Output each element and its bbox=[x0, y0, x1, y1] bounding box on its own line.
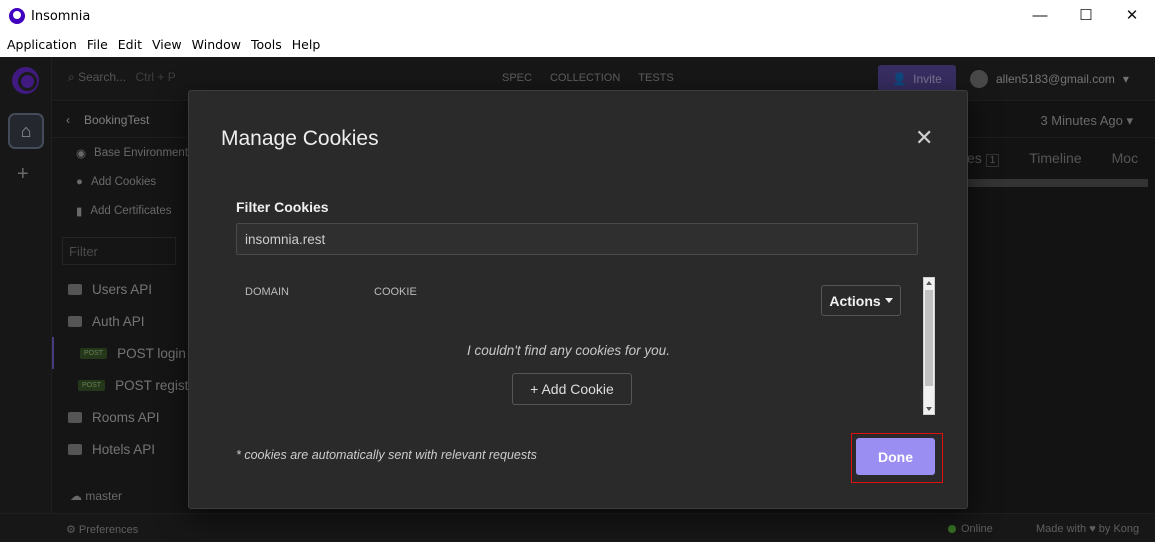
sidebar-link-label: Add Certificates bbox=[90, 204, 172, 217]
search-icon: ⌕ bbox=[68, 70, 79, 84]
tab-timeline[interactable]: Timeline bbox=[1029, 150, 1081, 166]
user-menu[interactable]: allen5183@gmail.com ▾ bbox=[970, 70, 1129, 88]
tab-collection[interactable]: COLLECTION bbox=[550, 72, 620, 84]
tab-tests[interactable]: TESTS bbox=[638, 72, 673, 84]
add-cookie-button[interactable]: + Add Cookie bbox=[512, 373, 632, 405]
online-dot-icon bbox=[948, 525, 956, 533]
chevron-down-icon: ▾ bbox=[1122, 72, 1129, 86]
tab-mock[interactable]: Moc bbox=[1112, 150, 1138, 166]
menu-help[interactable]: Help bbox=[287, 37, 326, 52]
chevron-down-icon: ▾ bbox=[1126, 113, 1133, 128]
status-bar: ☁ master ⚙ Preferences Online Made with … bbox=[0, 489, 1155, 542]
tab-cookies[interactable]: es 1 bbox=[967, 150, 1000, 167]
left-rail: ⌂ + ◧ bbox=[0, 57, 52, 542]
preferences-label: Preferences bbox=[78, 524, 139, 536]
menu-view[interactable]: View bbox=[147, 37, 187, 52]
menu-edit[interactable]: Edit bbox=[113, 37, 147, 52]
tab-cookies-label: es bbox=[967, 150, 982, 166]
manage-cookies-modal: Manage Cookies ✕ Filter Cookies DOMAIN C… bbox=[188, 90, 968, 509]
done-button[interactable]: Done bbox=[856, 438, 935, 475]
scroll-down-icon[interactable] bbox=[926, 407, 932, 411]
insomnia-logo-icon bbox=[9, 8, 25, 24]
avatar bbox=[970, 70, 988, 88]
sidebar-item-label: POST regist bbox=[115, 377, 189, 393]
empty-state-message: I couldn't find any cookies for you. bbox=[467, 343, 670, 358]
sidebar-item-label: Users API bbox=[92, 281, 153, 297]
online-label: Online bbox=[961, 523, 993, 535]
online-status: Online bbox=[948, 523, 993, 535]
minimize-button[interactable]: — bbox=[1017, 0, 1063, 30]
folder-icon bbox=[68, 283, 82, 295]
actions-label: Actions bbox=[829, 292, 881, 309]
tab-spec[interactable]: SPEC bbox=[502, 72, 532, 84]
back-icon[interactable]: ‹ bbox=[66, 113, 70, 127]
user-email: allen5183@gmail.com bbox=[996, 72, 1115, 86]
tab-scrollbar[interactable] bbox=[968, 179, 1148, 187]
maximize-button[interactable]: ☐ bbox=[1063, 0, 1109, 30]
method-badge: POST bbox=[80, 347, 108, 359]
insomnia-rail-logo-icon[interactable] bbox=[12, 67, 39, 94]
response-time-label: 3 Minutes Ago bbox=[1040, 113, 1123, 128]
branch-name: master bbox=[85, 489, 123, 503]
column-cookie: COOKIE bbox=[374, 286, 417, 298]
folder-icon bbox=[68, 411, 82, 423]
globe-icon: ◉ bbox=[76, 147, 87, 160]
add-project-icon[interactable]: + bbox=[17, 163, 29, 186]
search-placeholder: Search... bbox=[78, 70, 127, 84]
sidebar-item-label: Auth API bbox=[92, 313, 145, 329]
filter-cookies-label: Filter Cookies bbox=[236, 199, 329, 215]
sidebar-item-label: POST login bbox=[117, 345, 186, 361]
response-time[interactable]: 3 Minutes Ago ▾ bbox=[1040, 113, 1133, 129]
certificate-icon: ▮ bbox=[76, 205, 83, 218]
window-titlebar: Insomnia — ☐ ✕ bbox=[0, 0, 1155, 32]
sidebar-link-label: Base Environment bbox=[94, 146, 189, 159]
window-title: Insomnia bbox=[31, 8, 91, 24]
actions-dropdown-button[interactable]: Actions bbox=[821, 285, 901, 316]
close-icon[interactable]: ✕ bbox=[915, 127, 933, 149]
search-shortcut: Ctrl + P bbox=[135, 70, 176, 84]
home-icon[interactable]: ⌂ bbox=[8, 113, 44, 149]
sidebar-filter-input[interactable]: Filter bbox=[62, 237, 176, 265]
invite-button[interactable]: 👤 Invite bbox=[878, 65, 956, 92]
gear-icon: ⚙ bbox=[66, 524, 79, 536]
close-window-button[interactable]: ✕ bbox=[1109, 0, 1155, 30]
cookies-footnote: * cookies are automatically sent with re… bbox=[236, 448, 537, 462]
cookie-icon: ● bbox=[76, 175, 83, 188]
add-user-icon: 👤 bbox=[892, 71, 908, 86]
menubar: Application File Edit View Window Tools … bbox=[0, 32, 1155, 56]
project-name[interactable]: BookingTest bbox=[84, 113, 149, 127]
invite-label: Invite bbox=[913, 71, 942, 86]
scroll-up-icon[interactable] bbox=[926, 281, 932, 285]
window-controls: — ☐ ✕ bbox=[1017, 0, 1155, 30]
folder-icon bbox=[68, 443, 82, 455]
menu-file[interactable]: File bbox=[82, 37, 113, 52]
menu-application[interactable]: Application bbox=[2, 37, 82, 52]
made-with-kong[interactable]: Made with ♥ by Kong bbox=[1036, 523, 1139, 535]
cookie-list-scrollbar[interactable] bbox=[923, 277, 935, 415]
preferences-link[interactable]: ⚙ Preferences bbox=[66, 523, 138, 536]
menu-tools[interactable]: Tools bbox=[246, 37, 287, 52]
git-branch[interactable]: ☁ master bbox=[70, 489, 122, 503]
search-box[interactable]: ⌕ Search... Ctrl + P bbox=[68, 70, 176, 85]
sidebar-item-label: Hotels API bbox=[92, 441, 156, 457]
response-tabs: es 1 Timeline Moc bbox=[967, 150, 1138, 167]
modal-title: Manage Cookies bbox=[221, 127, 379, 150]
sidebar-link-label: Add Cookies bbox=[90, 175, 157, 188]
sidebar-item-label: Rooms API bbox=[92, 409, 160, 425]
method-badge: POST bbox=[78, 379, 106, 391]
design-tabs: SPEC COLLECTION TESTS bbox=[502, 72, 674, 84]
filter-cookies-input[interactable] bbox=[236, 223, 918, 255]
folder-open-icon bbox=[68, 315, 82, 327]
count-badge: 1 bbox=[985, 154, 1000, 167]
column-domain: DOMAIN bbox=[245, 286, 289, 298]
caret-down-icon bbox=[884, 298, 893, 303]
scroll-thumb[interactable] bbox=[925, 290, 933, 386]
menu-window[interactable]: Window bbox=[187, 37, 246, 52]
